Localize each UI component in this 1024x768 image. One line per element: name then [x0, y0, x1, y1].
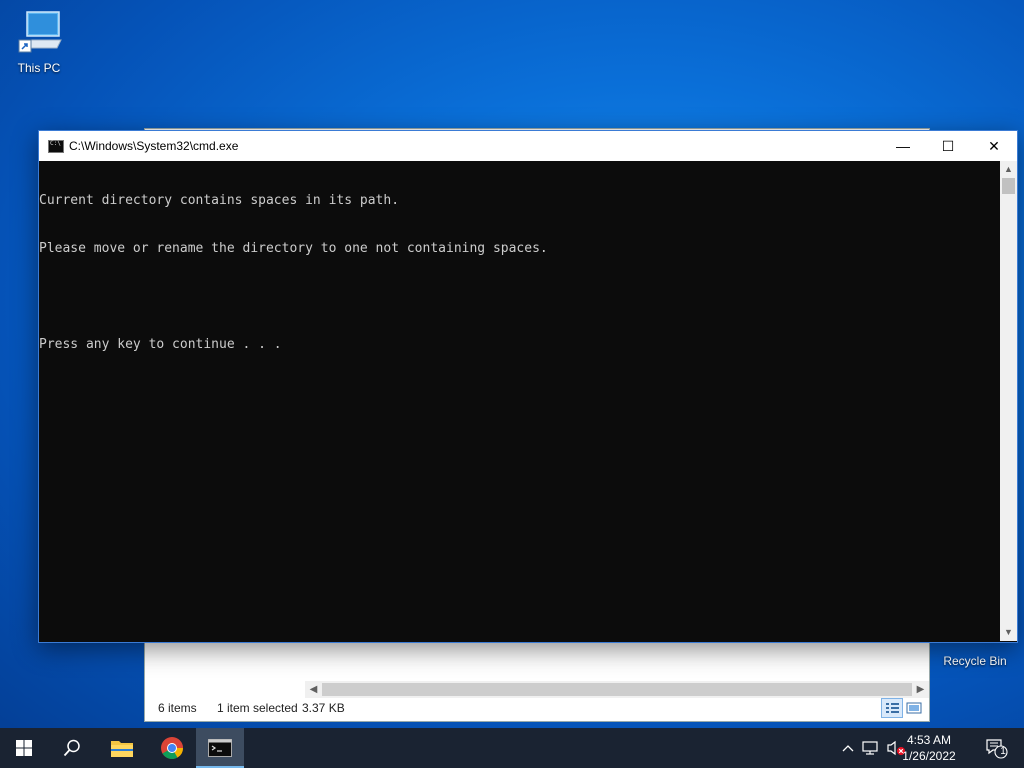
large-icons-view-icon — [906, 702, 922, 714]
large-icons-view-button[interactable] — [903, 698, 925, 718]
chevron-up-icon — [842, 745, 854, 752]
scrollbar-thumb[interactable] — [1002, 178, 1015, 194]
scroll-up-icon[interactable]: ▲ — [1000, 161, 1017, 178]
cmd-icon — [208, 739, 232, 757]
console-output[interactable]: Current directory contains spaces in its… — [39, 161, 1000, 641]
taskbar: 4:53 AM 1/26/2022 1 — [0, 728, 1024, 768]
selection-status: 1 item selected — [217, 701, 298, 715]
cmd-app-icon — [48, 140, 64, 153]
search-button[interactable] — [48, 728, 96, 768]
network-tray-button[interactable] — [860, 728, 882, 768]
close-button[interactable]: ✕ — [971, 131, 1017, 161]
vertical-scrollbar[interactable]: ▲ ▼ — [1000, 161, 1017, 641]
cmd-window[interactable]: C:\Windows\System32\cmd.exe — ☐ ✕ Curren… — [38, 130, 1018, 643]
windows-logo-icon — [16, 740, 32, 756]
show-hidden-icons-button[interactable] — [838, 728, 858, 768]
desktop-icon-this-pc[interactable]: This PC — [7, 10, 71, 75]
minimize-button[interactable]: — — [880, 131, 926, 161]
desktop-icon-label: This PC — [17, 61, 61, 75]
console-line: Please move or rename the directory to o… — [39, 241, 548, 256]
chrome-icon — [161, 737, 183, 759]
clock-date: 1/26/2022 — [902, 749, 956, 763]
taskbar-clock[interactable]: 4:53 AM 1/26/2022 — [892, 732, 966, 764]
notification-count-badge: 1 — [1000, 746, 1006, 757]
title-bar[interactable]: C:\Windows\System32\cmd.exe — ☐ ✕ — [39, 131, 1017, 161]
details-view-button[interactable] — [881, 698, 903, 718]
search-icon — [63, 739, 80, 757]
network-icon — [862, 741, 878, 755]
details-view-icon — [886, 703, 899, 713]
selection-size: 3.37 KB — [302, 701, 345, 715]
scroll-down-icon[interactable]: ▼ — [1000, 624, 1017, 641]
console-line: Current directory contains spaces in its… — [39, 193, 400, 208]
items-count: 6 items — [158, 701, 197, 715]
console-line: Press any key to continue . . . — [39, 337, 282, 352]
action-center-button[interactable]: 1 — [978, 728, 1014, 768]
clock-time: 4:53 AM — [906, 733, 952, 747]
chrome-taskbar-button[interactable] — [148, 728, 196, 768]
cmd-taskbar-button[interactable] — [196, 728, 244, 768]
window-title: C:\Windows\System32\cmd.exe — [69, 139, 239, 153]
start-button[interactable] — [0, 728, 48, 768]
maximize-button[interactable]: ☐ — [925, 131, 971, 161]
status-bar: 6 items 1 item selected 3.37 KB — [145, 695, 929, 721]
file-explorer-taskbar-button[interactable] — [98, 728, 146, 768]
folder-icon — [111, 741, 133, 757]
computer-icon — [18, 11, 62, 53]
